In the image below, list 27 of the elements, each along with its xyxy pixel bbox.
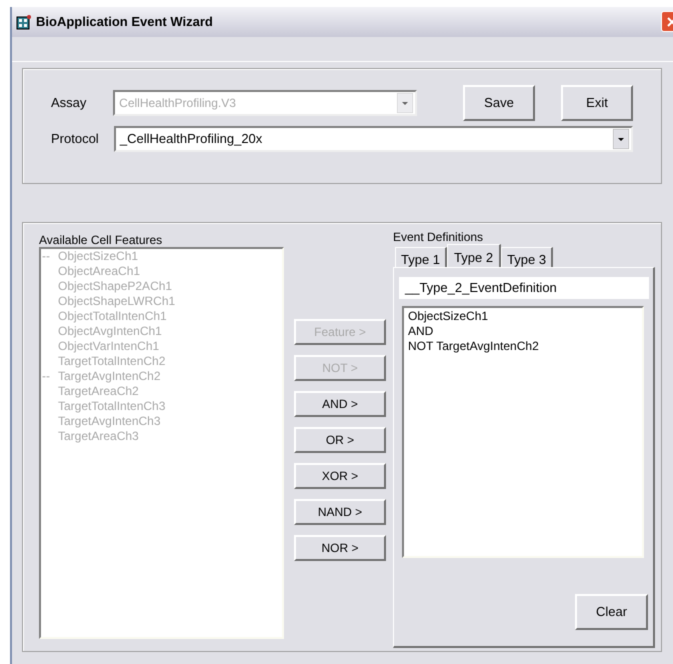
features-label: Available Cell Features (39, 232, 164, 247)
operator-button[interactable]: NAND > (294, 499, 386, 525)
tab[interactable]: Type 2 (447, 244, 502, 267)
save-button[interactable]: Save (463, 85, 535, 121)
operator-button[interactable]: XOR > (294, 463, 386, 489)
assay-label: Assay (51, 94, 88, 112)
protocol-label: Protocol (51, 130, 100, 148)
definition-line: AND (408, 324, 434, 339)
app-icon (16, 14, 32, 30)
definition-box[interactable]: ObjectSizeCh1 AND NOT TargetAvgIntenCh2 (402, 306, 644, 558)
operator-button[interactable]: OR > (294, 427, 386, 453)
operator-button[interactable]: AND > (294, 391, 386, 417)
marker: -- (42, 369, 51, 384)
operator-button[interactable]: NOR > (294, 535, 386, 561)
dropdown-arrow-icon (613, 129, 629, 149)
dropdown-arrow-icon (397, 93, 413, 113)
tab[interactable]: Type 3 (501, 247, 554, 267)
definition-line: NOT TargetAvgIntenCh2 (408, 339, 540, 354)
tab[interactable]: Type 1 (395, 247, 448, 267)
clear-button[interactable]: Clear (575, 594, 648, 630)
name-field[interactable]: __Type_2_EventDefinition (399, 277, 649, 299)
exit-button[interactable]: Exit (561, 85, 633, 121)
protocol-dropdown[interactable]: _CellHealthProfiling_20x (114, 126, 633, 152)
definition-line: ObjectSizeCh1 (408, 309, 490, 324)
event-definitions-label: Event Definitions (393, 231, 484, 244)
window-title: BioApplication Event Wizard (36, 13, 213, 32)
marker: -- (42, 249, 51, 264)
